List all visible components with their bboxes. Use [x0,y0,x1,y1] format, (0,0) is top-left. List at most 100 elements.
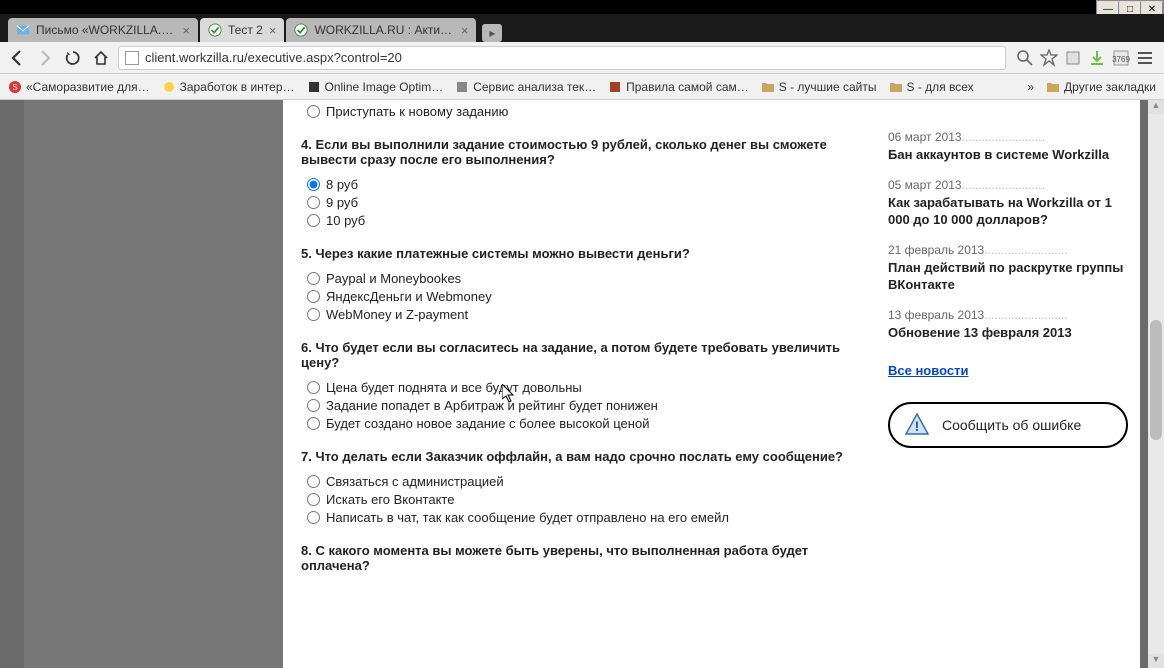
new-tab-button[interactable]: ▸ [482,24,502,42]
tab-workzilla-activate[interactable]: WORKZILLA.RU : Активац... × [286,18,476,42]
site-icon [162,80,176,94]
radio-input[interactable] [307,475,320,488]
question-7: 7. Что делать если Заказчик оффлайн, а в… [301,449,858,464]
radio-option[interactable]: Искать его Вконтакте [307,492,858,507]
news-title[interactable]: Обновение 13 февраля 2013 [888,324,1128,342]
tab-label: Письмо «WORKZILLA.RU [36,23,176,37]
news-title[interactable]: Бан аккаунтов в системе Workzilla [888,146,1128,164]
radio-input[interactable] [307,105,320,118]
news-date: 05 март 2013 [888,178,1128,192]
radio-input[interactable] [307,196,320,209]
news-date: 06 март 2013 [888,130,1128,144]
scrollbar-thumb[interactable] [1150,320,1162,440]
scroll-down-icon[interactable]: ▼ [1148,654,1164,668]
bookmark-item[interactable]: Online Image Optim… [307,80,444,94]
scroll-up-icon[interactable]: ▲ [1148,100,1164,114]
extension-icon-2[interactable]: 3769 [1112,49,1130,67]
svg-text:3769: 3769 [1112,55,1130,64]
radio-option[interactable]: ЯндексДеньги и Webmoney [307,289,858,304]
bookmark-folder[interactable]: S - для всех [889,80,974,94]
main-content: Приступать к новому заданию 4. Если вы в… [283,100,876,668]
forward-button[interactable] [34,47,56,69]
radio-input[interactable] [307,214,320,227]
question-4: 4. Если вы выполнили задание стоимостью … [301,137,858,167]
close-icon[interactable]: × [182,23,190,38]
bookmark-item[interactable]: Сервис анализа тек… [455,80,596,94]
folder-icon [1046,80,1060,94]
radio-option[interactable]: 10 руб [307,213,858,228]
radio-input[interactable] [307,511,320,524]
address-bar[interactable]: client.workzilla.ru/executive.aspx?contr… [118,46,1006,70]
radio-option[interactable]: Написать в чат, так как сообщение будет … [307,510,858,525]
radio-option[interactable]: Задание попадет в Арбитраж и рейтинг буд… [307,398,858,413]
radio-option[interactable]: 9 руб [307,195,858,210]
radio-option[interactable]: Связаться с администрацией [307,474,858,489]
radio-input[interactable] [307,399,320,412]
bookmark-item[interactable]: S«Саморазвитие для… [8,80,150,94]
radio-option[interactable]: 8 руб [307,177,858,192]
site-icon: S [8,80,22,94]
forward-icon [36,49,54,67]
news-date: 13 февраль 2013 [888,308,1128,322]
question-5: 5. Через какие платежные системы можно в… [301,246,858,261]
radio-option[interactable]: Будет создано новое задание с более высо… [307,416,858,431]
svg-text:!: ! [915,418,920,434]
star-icon[interactable] [1040,49,1058,67]
check-icon [294,23,308,37]
radio-input[interactable] [307,178,320,191]
extension-icon[interactable] [1064,49,1082,67]
reload-icon [65,50,81,66]
warning-icon: ! [904,412,930,438]
home-icon [93,50,109,66]
question-8: 8. С какого момента вы можете быть увере… [301,543,858,573]
radio-input[interactable] [307,308,320,321]
left-column [24,100,283,668]
news-date: 21 февраль 2013 [888,243,1128,257]
bookmarks-bar: S«Саморазвитие для… Заработок в интер… O… [0,74,1164,100]
folder-icon [761,80,775,94]
scrollbar[interactable]: ▲ ▼ [1148,100,1164,668]
other-bookmarks[interactable]: Другие закладки [1046,80,1156,94]
tab-workzilla-mail[interactable]: Письмо «WORKZILLA.RU × [8,18,198,42]
radio-option[interactable]: Цена будет поднята и все будут довольны [307,380,858,395]
all-news-link[interactable]: Все новости [888,363,968,378]
url-text: client.workzilla.ru/executive.aspx?contr… [145,50,402,65]
bookmark-chevron[interactable]: » [1027,80,1034,94]
news-title[interactable]: Как зарабатывать на Workzilla от 1 000 д… [888,194,1128,229]
tab-label: WORKZILLA.RU : Активац... [314,23,454,37]
sidebar: 06 март 2013 Бан аккаунтов в системе Wor… [876,100,1140,668]
radio-option[interactable]: WebMoney и Z-payment [307,307,858,322]
svg-text:S: S [12,83,17,92]
menu-icon[interactable] [1136,49,1154,67]
radio-option[interactable]: Приступать к новому заданию [307,104,858,119]
tab-test2[interactable]: Тест 2 × [200,18,284,42]
bookmark-folder[interactable]: S - лучшие сайты [761,80,877,94]
report-error-button[interactable]: ! Сообщить об ошибке [888,402,1128,448]
radio-input[interactable] [307,381,320,394]
radio-input[interactable] [307,272,320,285]
folder-icon [889,80,903,94]
back-button[interactable] [6,47,28,69]
bookmark-item[interactable]: Заработок в интер… [162,80,295,94]
radio-input[interactable] [307,493,320,506]
download-icon[interactable] [1088,49,1106,67]
bookmark-item[interactable]: Правила самой сам… [608,80,749,94]
close-icon[interactable]: × [461,23,469,38]
close-icon[interactable]: × [269,23,277,38]
radio-input[interactable] [307,417,320,430]
check-icon [208,23,222,37]
mail-icon [16,23,30,37]
radio-input[interactable] [307,290,320,303]
report-error-label: Сообщить об ошибке [942,417,1081,433]
search-icon[interactable] [1016,49,1034,67]
news-title[interactable]: План действий по раскрутке группы ВКонта… [888,259,1128,294]
tab-label: Тест 2 [228,23,263,37]
home-button[interactable] [90,47,112,69]
radio-option[interactable]: Paypal и Moneybookes [307,271,858,286]
page-viewport: Приступать к новому заданию 4. Если вы в… [0,100,1164,668]
toolbar: client.workzilla.ru/executive.aspx?contr… [0,42,1164,74]
reload-button[interactable] [62,47,84,69]
site-icon [608,80,622,94]
back-icon [8,49,26,67]
page-icon [125,51,139,65]
